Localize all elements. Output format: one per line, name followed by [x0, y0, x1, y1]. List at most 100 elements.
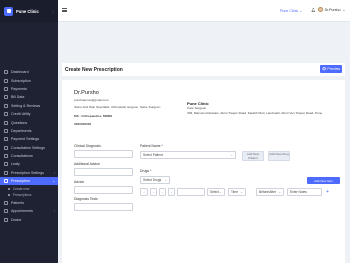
bell-icon[interactable]: 🔔︎: [311, 8, 316, 12]
prescription-form-card: Dr.Pursho purshodemo@gmail.com Spine And…: [62, 80, 345, 263]
time-select-value: Time: [231, 190, 238, 194]
doctor-name: Dr.Pursho: [74, 90, 99, 96]
sidebar-item-label: Patients: [11, 200, 24, 205]
sidebar-item-label: Dashboard: [11, 70, 29, 75]
sidebar-item-label: Appointments: [11, 209, 33, 214]
drugs-select[interactable]: Select Drugs ⌄: [140, 176, 170, 184]
more-dots-icon[interactable]: ⋮: [51, 9, 55, 14]
sidebar: Pune Clinic ⋮ Dashboard Subscription Pay…: [0, 0, 58, 263]
sidebar-item-consultation-settings[interactable]: Consultation Settings: [0, 144, 58, 152]
sidebar-item-label: Credit Utility: [11, 112, 31, 117]
dose-input[interactable]: [177, 188, 205, 196]
doctor-email: purshodemo@gmail.com: [74, 98, 109, 102]
sidebar-item-label: Doctor: [11, 217, 22, 222]
chevron-down-icon: ⌄: [240, 190, 243, 194]
sidebar-item-payment-settings[interactable]: Payment Settings: [0, 135, 58, 143]
prescription-settings-icon: [4, 170, 8, 175]
sidebar-item-label: Departments: [11, 128, 32, 133]
timing-select-value: Select: [210, 190, 219, 194]
add-row-icon[interactable]: +: [324, 188, 331, 195]
diagnosis-tests-input[interactable]: [74, 203, 133, 211]
time-select[interactable]: Time ⌄: [228, 188, 246, 196]
sidebar-nav: Dashboard Subscription Payments Bill Dat…: [0, 22, 58, 224]
chevron-down-icon: ⌄: [219, 190, 222, 194]
sidebar-item-prescription-settings[interactable]: Prescription Settings ›: [0, 169, 58, 177]
drugs-label: Drugs *: [140, 169, 152, 173]
sidebar-item-label: Payment Settings: [11, 137, 40, 142]
clinic-address: 309, Marvonod Estates, Akrni Trapez Road…: [187, 111, 323, 115]
chevron-down-icon: ⌄: [230, 153, 233, 157]
chevron-right-icon: ›: [53, 209, 55, 214]
chevron-down-icon: ⌄: [164, 178, 167, 182]
sidebar-item-label: Consultations: [11, 154, 33, 159]
page-title: Create New Prescription: [65, 66, 123, 73]
doctor-degree: MS - Orthopaedics, MBBS: [74, 114, 113, 118]
sidebar-item-payments[interactable]: Payments: [0, 85, 58, 93]
sidebar-item-appointments[interactable]: Appointments ›: [0, 207, 58, 215]
add-new-drug-button[interactable]: Add New Drug: [268, 151, 290, 161]
page-header: Create New Prescription 👁︎ Preview: [62, 63, 345, 76]
preview-button[interactable]: 👁︎ Preview: [320, 65, 342, 73]
add-new-patient-button[interactable]: Add New Patient: [242, 151, 264, 161]
advice-label: Advice: [74, 180, 85, 184]
user-menu[interactable]: 🔔︎ Dr.Pursho ⌄: [311, 7, 346, 12]
sidebar-item-leafy[interactable]: Leafy: [0, 160, 58, 168]
sidebar-item-doctor[interactable]: Doctor: [0, 215, 58, 223]
brand[interactable]: Pune Clinic ⋮: [0, 0, 58, 22]
sidebar-item-label: Leafy: [11, 162, 20, 167]
avatar: [317, 7, 323, 12]
topbar: Pune Clinic ⌄ 🔔︎ Dr.Pursho ⌄: [58, 0, 350, 22]
sidebar-item-label: Subscription: [11, 78, 31, 83]
consultations-icon: [4, 154, 8, 159]
sidebar-subitem-label: Create new: [13, 186, 30, 191]
sidebar-item-credit-utility[interactable]: Credit Utility: [0, 110, 58, 118]
add-new-item-button[interactable]: Add New Item: [307, 177, 340, 184]
add-new-drug-label: Add New Drug: [269, 152, 289, 156]
payment-settings-icon: [4, 137, 8, 142]
add-new-item-label: Add New Item: [314, 178, 333, 183]
sidebar-item-label: Questions: [11, 120, 28, 125]
brand-name: Pune Clinic: [16, 8, 39, 14]
bullet-icon: [8, 187, 10, 190]
sidebar-item-consultations[interactable]: Consultations: [0, 152, 58, 160]
credit-icon: [4, 112, 8, 117]
sidebar-subitem-create-new[interactable]: Create new: [0, 185, 58, 192]
clinic-type: Care Surgeon: [187, 106, 207, 110]
timing-select[interactable]: Select ⌄: [207, 188, 225, 196]
dose-field-3[interactable]: -: [168, 188, 175, 196]
dose-minus-button[interactable]: -: [140, 188, 148, 196]
dose-field-1[interactable]: -: [150, 188, 157, 196]
practice-selector[interactable]: Pune Clinic ⌄: [280, 8, 302, 14]
questions-icon: [4, 120, 8, 125]
chevron-down-icon: ⌄: [342, 7, 346, 12]
sidebar-subitem-prescriptions[interactable]: Prescriptions: [0, 192, 58, 199]
sidebar-item-prescription[interactable]: Prescription ⌄: [0, 177, 58, 186]
chevron-right-icon: ›: [53, 170, 55, 175]
doctor-specialty: Spine And Pain Specialist, Orthopedic su…: [74, 105, 161, 109]
clinical-diagnosis-input[interactable]: [74, 150, 133, 158]
prescription-icon: [4, 179, 8, 184]
sidebar-item-subscription[interactable]: Subscription: [0, 76, 58, 84]
additional-advice-input[interactable]: [74, 168, 133, 176]
sidebar-item-patients[interactable]: Patients: [0, 199, 58, 207]
sidebar-item-questions[interactable]: Questions: [0, 118, 58, 126]
notes-input[interactable]: Enter Notes: [287, 188, 322, 196]
sidebar-item-departments[interactable]: Departments: [0, 127, 58, 135]
sidebar-item-setting-reviews[interactable]: Setting & Reviews: [0, 102, 58, 110]
advice-input[interactable]: [74, 186, 133, 194]
doctor-icon: [4, 217, 8, 222]
sidebar-item-bill-data[interactable]: Bill Data: [0, 93, 58, 101]
patient-select[interactable]: Select Patient ⌄: [140, 151, 236, 159]
user-name: Dr.Pursho: [324, 7, 341, 12]
additional-advice-label: Additional Advice: [74, 162, 100, 166]
sidebar-item-dashboard[interactable]: Dashboard: [0, 68, 58, 76]
hamburger-menu-icon[interactable]: [62, 8, 67, 12]
eye-icon: 👁︎: [321, 67, 327, 71]
bill-icon: [4, 95, 8, 100]
dose-field-2[interactable]: -: [159, 188, 166, 196]
consultation-settings-icon: [4, 145, 8, 150]
meal-timing-select-value: Before/After: [259, 190, 277, 194]
leafy-icon: [4, 162, 8, 167]
notes-input-placeholder: Enter Notes: [290, 190, 307, 194]
meal-timing-select[interactable]: Before/After ⌄: [256, 188, 284, 196]
